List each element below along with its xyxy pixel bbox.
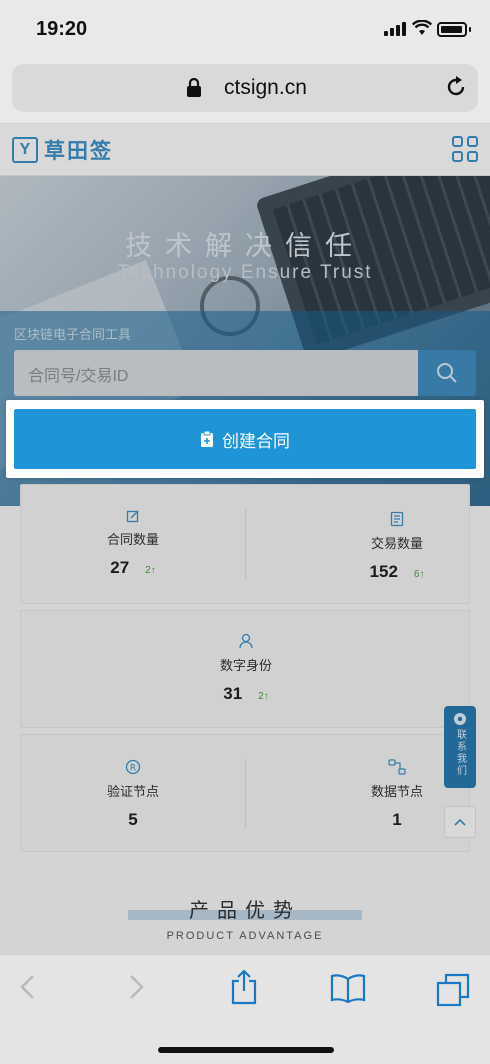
svg-text:R: R	[130, 764, 136, 774]
stat-transactions: 交易数量 152 6↑	[265, 511, 490, 582]
advantage-subtitle: PRODUCT ADVANTAGE	[166, 930, 324, 942]
home-indicator[interactable]	[158, 1047, 334, 1053]
back-to-top-button[interactable]	[444, 806, 476, 838]
search-placeholder: 合同号/交易ID	[28, 368, 129, 385]
document-icon	[390, 511, 404, 527]
search-input[interactable]: 合同号/交易ID	[14, 350, 418, 396]
stat-identities-label: 数字身份	[219, 658, 272, 673]
site-logo[interactable]: Y 草田签	[12, 135, 113, 165]
stat-contracts-value: 27	[110, 558, 130, 577]
stats-card-contracts: 合同数量 27 2↑ 交易数量 152 6↑	[20, 484, 470, 604]
contact-us-label: 联系我们	[454, 729, 466, 777]
logo-icon: Y	[12, 137, 38, 163]
share-icon[interactable]	[230, 969, 258, 1005]
url-text: ctsign.cn	[224, 76, 307, 99]
signal-icon	[384, 22, 406, 36]
stat-data-nodes-value: 1	[392, 810, 402, 829]
battery-cap	[469, 27, 471, 32]
stats-card-nodes: R 验证节点 5 数据节点 1	[20, 734, 470, 852]
registered-icon: R	[125, 759, 141, 775]
stat-verify-nodes: R 验证节点 5	[21, 759, 245, 830]
card-divider	[245, 509, 246, 579]
stat-identities: 数字身份 31 2↑	[146, 633, 346, 704]
forward-icon[interactable]	[126, 973, 146, 1001]
user-icon	[239, 633, 253, 649]
status-bar: 19:20	[0, 0, 490, 58]
lock-icon	[187, 78, 201, 97]
bookmarks-icon[interactable]	[330, 973, 366, 1003]
browser-address-area: ctsign.cn	[0, 58, 490, 124]
address-bar[interactable]: ctsign.cn	[12, 64, 478, 112]
stat-contracts-delta: 2↑	[145, 565, 156, 576]
clipboard-plus-icon	[201, 430, 213, 447]
chat-icon	[454, 713, 466, 725]
stat-contracts: 合同数量 27 2↑	[21, 509, 245, 578]
search-icon	[437, 363, 457, 383]
battery-icon	[437, 22, 467, 37]
create-contract-label: 创建合同	[222, 431, 290, 451]
tabs-icon[interactable]	[436, 973, 470, 1007]
card-divider	[245, 759, 246, 829]
back-icon[interactable]	[18, 973, 38, 1001]
hero-subtitle: Technology Ensure Trust	[117, 262, 373, 283]
stat-identities-delta: 2↑	[258, 691, 269, 702]
brand-name: 草田签	[44, 140, 113, 163]
stat-verify-nodes-value: 5	[128, 810, 138, 829]
stat-contracts-label: 合同数量	[106, 532, 159, 547]
stat-transactions-value: 152	[369, 562, 398, 581]
stat-transactions-delta: 6↑	[413, 569, 425, 580]
edit-doc-icon	[126, 510, 139, 523]
stat-identities-value: 31	[223, 684, 243, 703]
site-header: Y 草田签	[0, 124, 490, 176]
menu-grid-icon[interactable]	[452, 136, 478, 162]
contact-us-tab[interactable]: 联系我们	[444, 706, 476, 788]
stat-transactions-label: 交易数量	[370, 536, 423, 551]
reload-icon[interactable]	[444, 75, 468, 99]
nodes-icon	[388, 759, 406, 775]
stats-card-identity: 数字身份 31 2↑	[20, 610, 470, 728]
advantage-title: 产品优势	[189, 900, 301, 922]
stat-verify-nodes-label: 验证节点	[106, 784, 159, 799]
web-page: Y 草田签 技术解决信任 Technology Ensure Trust 区块链…	[0, 124, 490, 954]
search-button[interactable]	[418, 350, 476, 396]
chain-tool-label: 区块链电子合同工具	[14, 327, 132, 342]
wifi-icon	[412, 20, 432, 35]
create-contract-button[interactable]: 创建合同	[14, 409, 476, 469]
status-time: 19:20	[36, 18, 88, 40]
hero-title: 技术解决信任	[125, 231, 365, 261]
chevron-up-icon	[454, 818, 466, 826]
